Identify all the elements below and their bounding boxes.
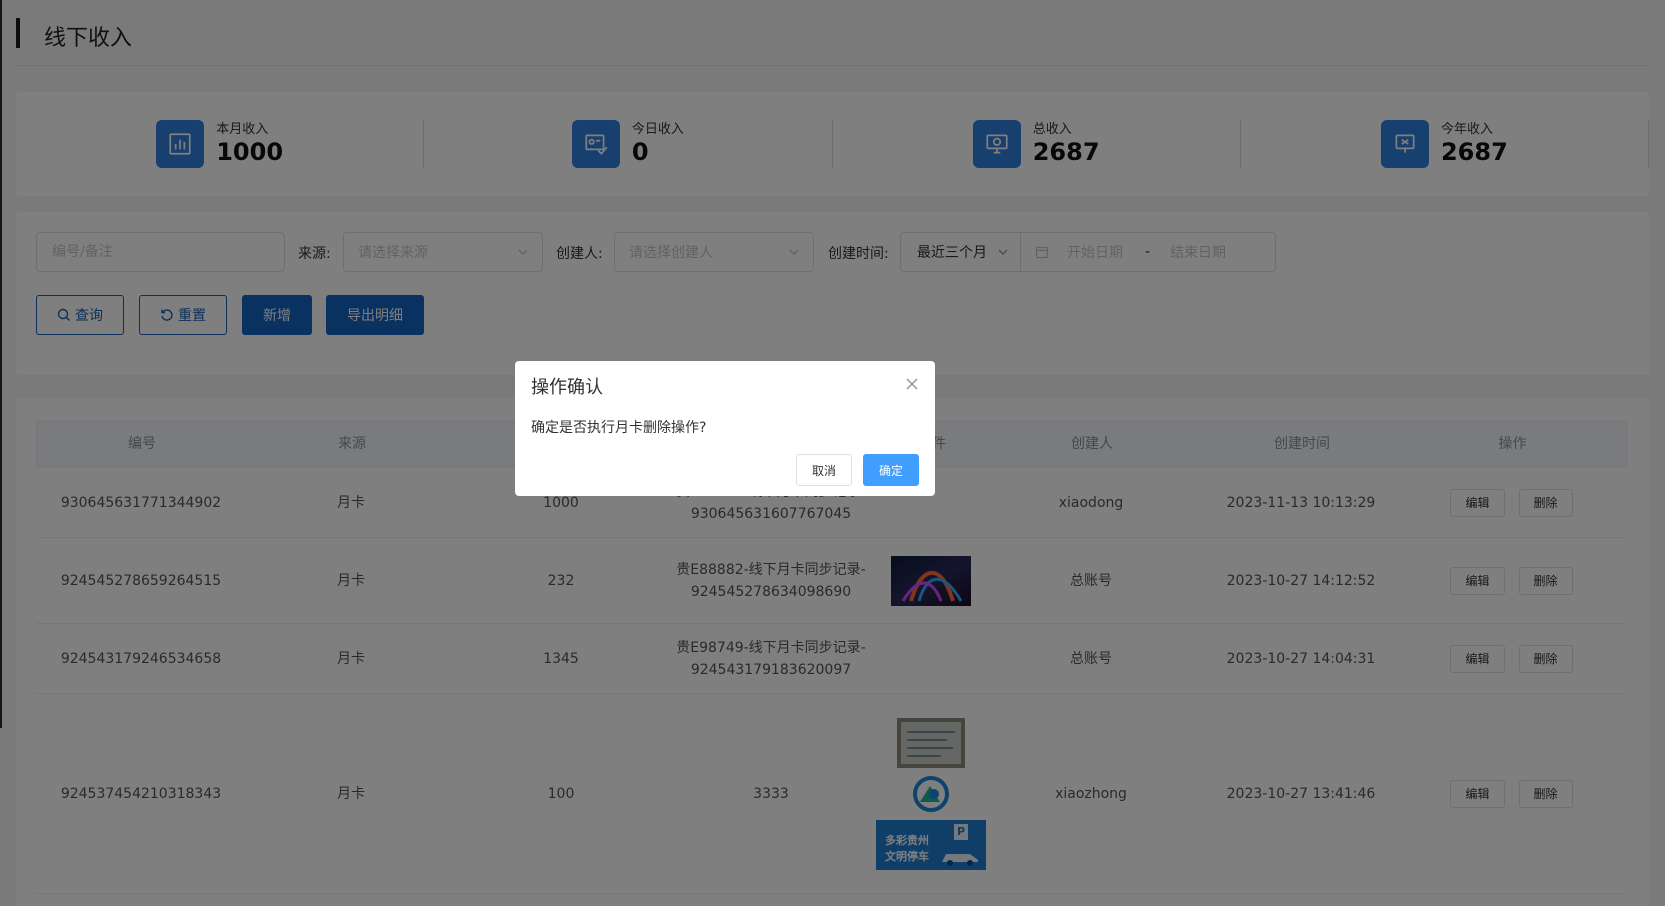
dialog-message: 确定是否执行月卡删除操作? — [531, 420, 707, 436]
dialog-title: 操作确认 — [531, 377, 603, 398]
confirm-dialog: 操作确认 确定是否执行月卡删除操作? 取消 确定 — [515, 361, 935, 496]
confirm-button[interactable]: 确定 — [863, 454, 919, 486]
cancel-button[interactable]: 取消 — [796, 454, 852, 486]
close-icon[interactable] — [905, 377, 919, 391]
